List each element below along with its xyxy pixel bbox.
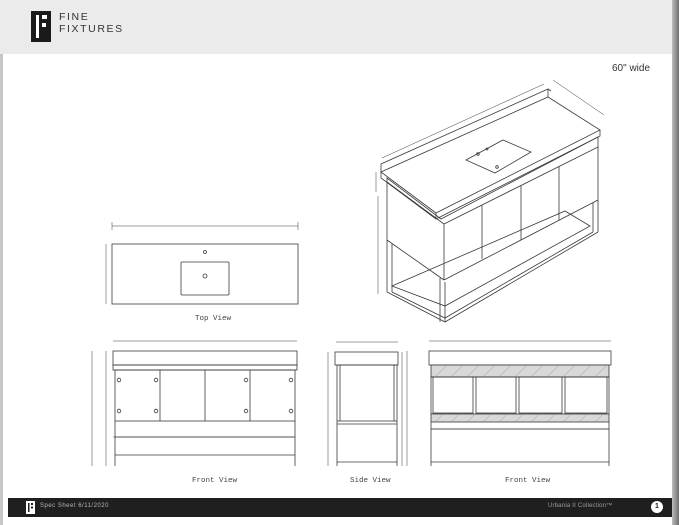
front-view-label-2: Front View bbox=[505, 477, 551, 485]
front1-backsplash bbox=[112, 350, 298, 366]
page-footer: Spec Sheet 6/11/2020 Urbania II Collecti… bbox=[8, 498, 672, 517]
front-view-2 bbox=[406, 340, 612, 466]
top-view bbox=[105, 222, 299, 305]
iso-backsplash bbox=[380, 88, 549, 172]
footer-collection: Urbania II Collection™ bbox=[548, 503, 613, 509]
side-view bbox=[327, 341, 403, 466]
ff-logo-icon bbox=[26, 501, 35, 514]
iso-sink bbox=[465, 139, 532, 174]
front-view-label-1: Front View bbox=[192, 477, 238, 485]
top-view-label: Top View bbox=[195, 315, 232, 323]
spec-sheet-page: FINE FIXTURES 60" wide Top View Front Vi… bbox=[0, 0, 679, 525]
top-view-sink bbox=[180, 261, 230, 296]
footer-spec-date: Spec Sheet 6/11/2020 bbox=[40, 503, 109, 509]
technical-drawing: Top View Front View Side View Front View bbox=[91, 79, 612, 485]
page-right-edge bbox=[672, 0, 679, 525]
side-view-label: Side View bbox=[350, 477, 391, 485]
isometric-view bbox=[375, 79, 605, 323]
front-view-1 bbox=[91, 340, 298, 466]
page-number-badge: 1 bbox=[651, 501, 663, 513]
